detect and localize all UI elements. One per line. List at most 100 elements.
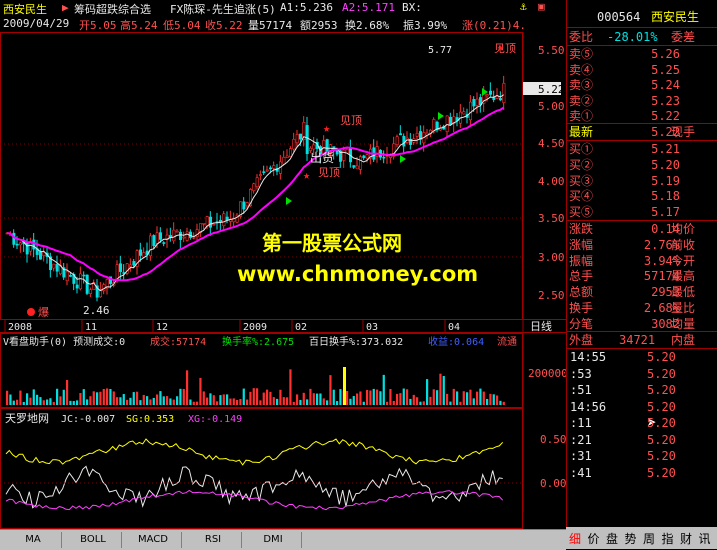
volume-bar — [86, 399, 89, 405]
volume-bar — [236, 400, 239, 405]
volume-bar — [36, 394, 39, 405]
volume-bar — [412, 394, 415, 405]
buy-row-value: 5.21 — [651, 142, 680, 156]
buy-row: 买② 5.20 — [567, 157, 717, 173]
stat-row-suffix: 均价 — [671, 222, 696, 236]
tianluo-title: 天罗地网 — [5, 412, 49, 425]
star-icon-2: ★ — [303, 168, 310, 182]
volume-bar — [416, 397, 419, 405]
jianding-low-label: 见顶 — [318, 166, 340, 179]
burst-label: 爆 — [38, 305, 49, 319]
stat-row: 涨跌 0.14 均价 — [567, 221, 717, 237]
volume-bar — [489, 393, 492, 405]
stat-row-label: 振幅 — [569, 253, 594, 268]
candle-body — [255, 177, 259, 188]
volume-huanshou: 换手率%:2.675 — [222, 335, 294, 348]
weibi-value: -28.01% — [607, 30, 658, 44]
indicator-label: FX陈琛-先生追涨(5) — [170, 3, 276, 16]
volume-bar — [122, 394, 125, 405]
candle-body — [245, 202, 249, 207]
sell-row-label: 卖③ — [569, 78, 594, 92]
candle-body — [52, 263, 56, 269]
volume-bar — [286, 397, 289, 405]
tab-rsi[interactable]: RSI — [185, 532, 242, 548]
arrow-icon: ▶ — [62, 1, 69, 14]
volume-bar — [362, 401, 365, 405]
volume-bar — [112, 391, 115, 405]
right-tab-2[interactable]: 盘 — [606, 530, 618, 547]
candle-body — [399, 133, 403, 136]
buy-row-label: 买④ — [569, 189, 594, 204]
candle-body — [32, 239, 36, 250]
price-axis-label: 3.50 — [538, 212, 565, 225]
candle-body — [485, 94, 489, 97]
candle-body — [142, 252, 146, 258]
candle-body — [172, 229, 176, 242]
low-price-label: 2.46 — [83, 304, 110, 317]
volume-bar — [446, 393, 449, 405]
volume-bar — [186, 370, 189, 405]
tab-macd[interactable]: MACD — [125, 532, 182, 548]
tab-dmi[interactable]: DMI — [245, 532, 302, 548]
candle-body — [55, 264, 59, 272]
weibi-label: 委比 — [569, 30, 594, 44]
right-tab-7[interactable]: 讯 — [699, 530, 711, 547]
candle-body — [342, 149, 346, 161]
a1-value: A1:5.236 — [280, 1, 333, 14]
candle-body — [159, 232, 163, 240]
right-tab-6[interactable]: 财 — [680, 530, 692, 547]
price-axis-label: 4.50 — [538, 137, 565, 150]
buy-signal-icon — [400, 155, 406, 163]
right-tab-4[interactable]: 周 — [643, 530, 655, 547]
sell-row-value: 5.25 — [651, 62, 680, 77]
anchor-icon[interactable]: ⚓ — [520, 0, 527, 13]
volume-bar — [129, 397, 132, 405]
date-axis-label: 04 — [448, 322, 460, 333]
right-tab-5[interactable]: 指 — [662, 530, 674, 547]
volume-bar — [396, 393, 399, 405]
volume-bar — [256, 388, 259, 405]
volume-bar — [146, 396, 149, 405]
volume-bar — [29, 397, 32, 405]
candle-body — [162, 242, 166, 244]
quote-turnover: 换2.68% — [345, 19, 390, 32]
candle-body — [252, 183, 256, 192]
quote-panel: 000564 西安民生 委比 -28.01% 委差 最新 5.22 现手 外盘 … — [566, 0, 717, 549]
volume-bar — [176, 396, 179, 405]
volume-bar — [89, 396, 92, 405]
volume-bar — [172, 399, 175, 405]
right-tab-1[interactable]: 价 — [588, 530, 600, 547]
volume-bar — [169, 398, 172, 405]
neipan-label: 内盘 — [671, 333, 696, 347]
candle-body — [375, 146, 379, 157]
buy-row-value: 5.18 — [651, 189, 680, 204]
tab-ma[interactable]: MA — [5, 532, 62, 548]
window-icon[interactable]: ▣ — [538, 0, 545, 13]
volume-bar — [196, 401, 199, 405]
candle-body — [65, 271, 69, 281]
tick-time: 14:56 — [570, 399, 607, 414]
formula-name[interactable]: 筹码超跌综合选 — [74, 1, 151, 17]
volume-bairi: 百日换手%:373.032 — [309, 335, 403, 348]
volume-bar — [316, 393, 319, 405]
stat-row: 涨幅 2.76% 前收 — [567, 237, 717, 253]
volume-bar — [302, 392, 305, 405]
volume-bar — [56, 388, 59, 405]
tab-boll[interactable]: BOLL — [65, 532, 122, 548]
volume-bar — [352, 396, 355, 405]
candle-body — [155, 232, 159, 244]
candle-body — [362, 155, 366, 159]
burst-dot-icon — [27, 308, 35, 316]
volume-bar — [109, 388, 112, 405]
volume-bar — [329, 375, 332, 405]
candle-body — [192, 237, 196, 239]
volume-bar — [462, 391, 465, 405]
stock-code: 000564 — [597, 10, 641, 24]
right-tab-0[interactable]: 细 — [569, 530, 581, 547]
tick-row: 14:55 5.20 — [567, 349, 717, 365]
right-tab-3[interactable]: 势 — [625, 530, 637, 547]
candle-body — [489, 90, 493, 95]
volume-bar — [39, 397, 42, 405]
tianluo-sg: SG:0.353 — [126, 414, 174, 425]
volume-bar — [332, 389, 335, 405]
